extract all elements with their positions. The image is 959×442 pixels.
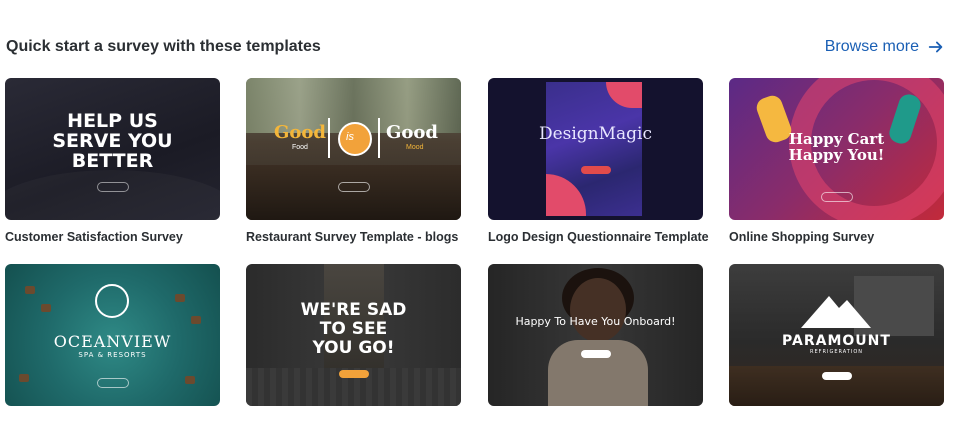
thumbnail-headline: Happy Cart bbox=[788, 130, 885, 148]
start-pill bbox=[580, 350, 611, 358]
template-thumbnail: Happy To Have You Onboard! bbox=[488, 264, 703, 406]
template-caption: Customer Satisfaction Survey bbox=[5, 230, 183, 244]
logo-center-text: is bbox=[346, 131, 354, 143]
start-pill bbox=[337, 182, 370, 192]
start-pill bbox=[580, 166, 611, 174]
template-thumbnail: PARAMOUNT REFRIGERATION bbox=[729, 264, 944, 406]
template-thumbnail: OCEANVIEW SPA & RESORTS bbox=[5, 264, 220, 406]
template-caption: Restaurant Survey Template - blogs bbox=[246, 230, 459, 244]
start-pill bbox=[338, 370, 369, 378]
thumbnail-headline: OCEANVIEW bbox=[53, 332, 172, 351]
start-pill bbox=[96, 182, 129, 192]
template-card-online-shopping[interactable]: Happy Cart Happy You! Online Shopping Su… bbox=[729, 78, 944, 244]
thumbnail-headline: WE'RE SAD bbox=[300, 300, 407, 320]
template-card-oceanview[interactable]: OCEANVIEW SPA & RESORTS bbox=[5, 264, 220, 406]
template-card-logo-design[interactable]: DesignMagic Logo Design Questionnaire Te… bbox=[488, 78, 709, 244]
template-card-customer-satisfaction[interactable]: HELP US SERVE YOU BETTER Customer Satisf… bbox=[5, 78, 220, 244]
thumbnail-headline: DesignMagic bbox=[538, 124, 653, 144]
wave-logo-icon bbox=[95, 284, 129, 318]
thumbnail-headline: Happy You! bbox=[788, 146, 885, 164]
logo-text-left: Good bbox=[274, 122, 326, 143]
template-caption: Online Shopping Survey bbox=[729, 230, 875, 244]
template-card-restaurant[interactable]: Good Food is Good Mood Restaurant Survey… bbox=[246, 78, 461, 244]
thumbnail-headline: YOU GO! bbox=[312, 338, 395, 358]
thumbnail-headline: Happy To Have You Onboard! bbox=[515, 315, 676, 328]
thumbnail-subheadline: REFRIGERATION bbox=[810, 349, 863, 355]
thumbnail-headline: BETTER bbox=[71, 150, 154, 172]
section-title: Quick start a survey with these template… bbox=[6, 38, 321, 55]
template-card-onboarding[interactable]: Happy To Have You Onboard! bbox=[488, 264, 703, 406]
logo-circle bbox=[338, 122, 372, 156]
logo-sub-left: Food bbox=[292, 144, 308, 151]
thumbnail-subheadline: SPA & RESORTS bbox=[78, 351, 147, 359]
start-pill bbox=[820, 192, 853, 202]
thumbnail-headline: TO SEE bbox=[319, 319, 388, 339]
template-thumbnail: HELP US SERVE YOU BETTER bbox=[5, 78, 220, 220]
start-pill bbox=[96, 378, 129, 388]
template-thumbnail: Happy Cart Happy You! bbox=[729, 78, 944, 220]
browse-more-link[interactable]: Browse more bbox=[825, 38, 945, 56]
fork-icon bbox=[328, 118, 330, 158]
thumbnail-headline: SERVE YOU bbox=[52, 130, 173, 152]
start-pill bbox=[821, 372, 852, 380]
arrow-right-icon bbox=[928, 41, 943, 53]
template-caption: Logo Design Questionnaire Template bbox=[488, 230, 709, 244]
template-thumbnail: Good Food is Good Mood bbox=[246, 78, 461, 220]
logo-text-right: Good bbox=[386, 122, 438, 143]
knife-icon bbox=[378, 118, 380, 158]
mountain-logo-icon bbox=[801, 296, 871, 328]
browse-more-label: Browse more bbox=[824, 38, 919, 55]
logo-sub-right: Mood bbox=[406, 144, 424, 151]
template-card-paramount[interactable]: PARAMOUNT REFRIGERATION bbox=[729, 264, 944, 406]
template-thumbnail: WE'RE SAD TO SEE YOU GO! bbox=[246, 264, 461, 406]
thumbnail-headline: HELP US bbox=[67, 110, 158, 132]
thumbnail-headline: PARAMOUNT bbox=[782, 333, 891, 349]
template-card-sad-to-see-you-go[interactable]: WE'RE SAD TO SEE YOU GO! bbox=[246, 264, 461, 406]
template-thumbnail: DesignMagic bbox=[488, 78, 703, 220]
